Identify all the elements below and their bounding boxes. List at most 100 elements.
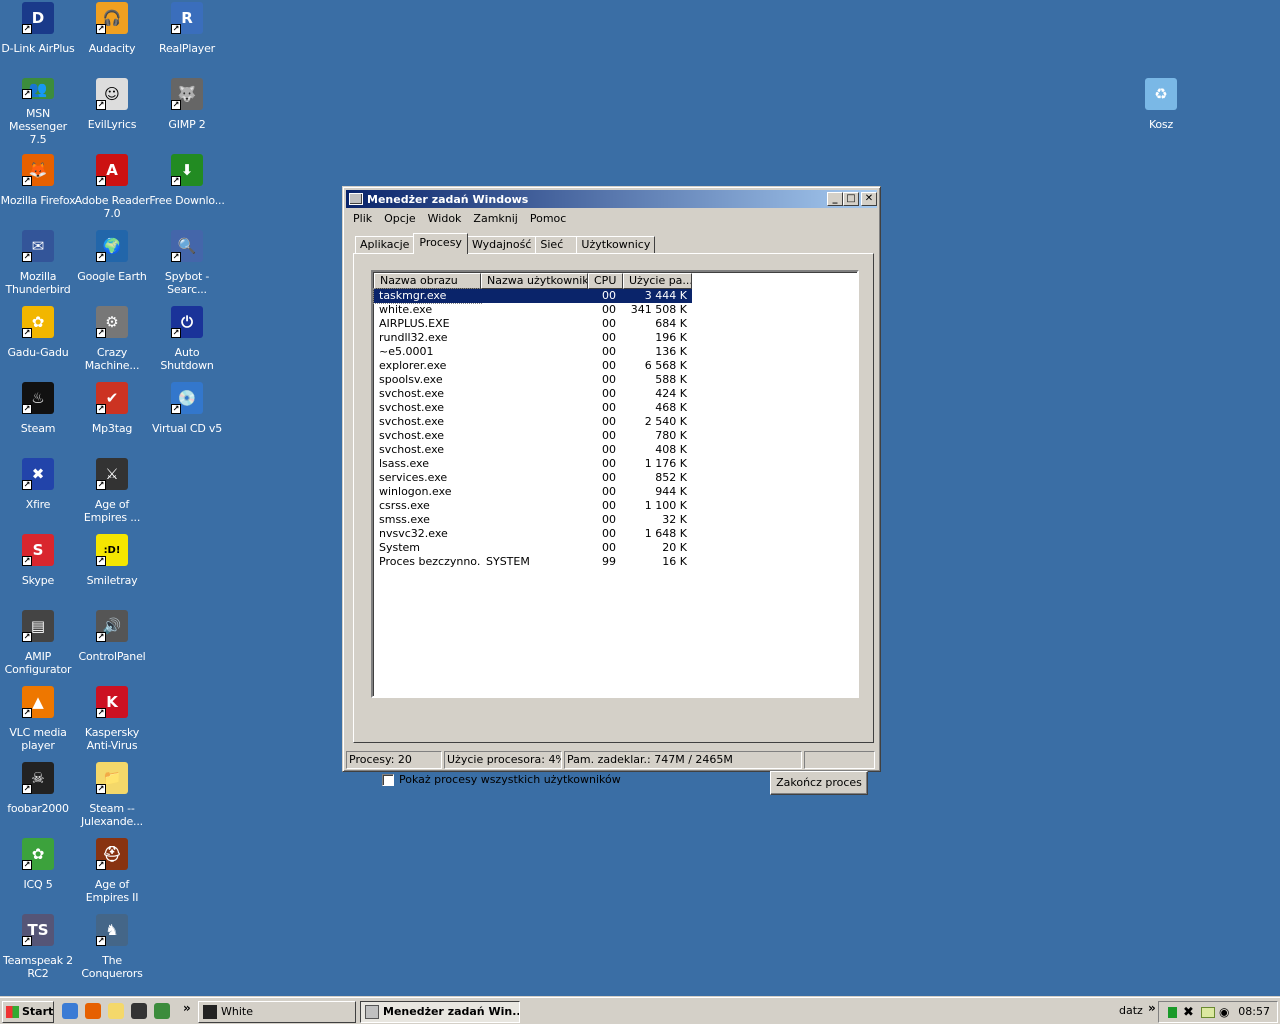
desktop-shortcut[interactable]: ⚙ ↗ Crazy Machine... [74,304,150,374]
desktop-shortcut[interactable]: 🌍 ↗ Google Earth [74,228,150,298]
desktop-shortcut[interactable]: ⛑ ↗ Age of Empires II [74,836,150,906]
table-row[interactable]: lsass.exe 00 1 176 K [374,457,692,471]
desktop-shortcut[interactable]: A ↗ Adobe Reader 7.0 [74,152,150,222]
tab-wydajnosc[interactable]: Wydajność [466,236,537,254]
desktop-shortcut[interactable]: 🔊 ↗ ControlPanel [74,608,150,678]
column-memory[interactable]: Użycie pa... [623,273,692,289]
tab-aplikacje[interactable]: Aplikacje [355,236,415,254]
menu-pomoc[interactable]: Pomoc [524,210,572,228]
table-row[interactable]: System 00 20 K [374,541,692,555]
desktop-shortcut[interactable]: 🐺 ↗ GIMP 2 [149,76,225,146]
network-disconnected-icon[interactable]: ✖ [1183,1005,1194,1020]
desktop-shortcut[interactable]: ✿ ↗ ICQ 5 [0,836,76,906]
msn-icon[interactable] [154,1003,170,1019]
start-button[interactable]: Start [2,1001,54,1023]
tab-siec[interactable]: Sieć [535,236,578,254]
table-row[interactable]: rundll32.exe 00 196 K [374,331,692,345]
desktop-shortcut[interactable]: TS ↗ Teamspeak 2 RC2 [0,912,76,982]
process-list[interactable]: Nazwa obrazu Nazwa użytkownika CPU Użyci… [371,270,859,698]
desktop-shortcut[interactable]: ☺ ↗ EvilLyrics [74,76,150,146]
clock: 08:57 [1238,1005,1270,1018]
table-row[interactable]: services.exe 00 852 K [374,471,692,485]
desktop-shortcut[interactable]: :D! ↗ Smiletray [74,532,150,602]
gadu-gadu-icon: ✿ ↗ [22,306,54,338]
desktop-shortcut[interactable]: ♨ ↗ Steam [0,380,76,450]
taskbar-task-white[interactable]: White [198,1001,356,1023]
table-row[interactable]: nvsvc32.exe 00 1 648 K [374,527,692,541]
desktop-shortcut[interactable]: K ↗ Kaspersky Anti-Virus [74,684,150,754]
table-row[interactable]: svchost.exe 00 2 540 K [374,415,692,429]
desktop-shortcut[interactable]: ✔ ↗ Mp3tag [74,380,150,450]
close-button[interactable]: ✕ [861,192,877,206]
desktop-shortcut[interactable]: 🦊 ↗ Mozilla Firefox [0,152,76,222]
table-row[interactable]: svchost.exe 00 780 K [374,429,692,443]
desktop-shortcut[interactable]: ✖ ↗ Xfire [0,456,76,526]
desktop-shortcut[interactable]: ▤ ↗ AMIP Configurator [0,608,76,678]
tray-app-icon[interactable] [1201,1007,1215,1018]
desktop-shortcut[interactable]: R ↗ RealPlayer [149,0,225,70]
desktop-shortcut-label: Free Downlo... [149,194,225,207]
table-row[interactable]: Proces bezczynno... SYSTEM 99 16 K [374,555,692,569]
process-name-cell: smss.exe [379,513,430,526]
show-all-processes-label[interactable]: Pokaż procesy wszystkich użytkowników [399,773,621,786]
desktop-shortcut[interactable]: 📁 ↗ Steam -- Julexande... [74,760,150,830]
table-row[interactable]: explorer.exe 00 6 568 K [374,359,692,373]
table-row[interactable]: svchost.exe 00 408 K [374,443,692,457]
desktop-shortcut-label: RealPlayer [159,42,215,55]
desktop-shortcut[interactable]: ☠ ↗ foobar2000 [0,760,76,830]
maximize-button[interactable]: □ [843,192,859,206]
desktop-shortcut[interactable]: S ↗ Skype [0,532,76,602]
desktop-shortcut[interactable]: 👥 ↗ MSN Messenger 7.5 [0,76,76,146]
table-row[interactable]: taskmgr.exe 00 3 444 K [373,288,692,304]
desktop-shortcut[interactable]: 🎧 ↗ Audacity [74,0,150,70]
firefox-icon[interactable] [85,1003,101,1019]
volume-icon[interactable]: ◉ [1219,1005,1229,1019]
table-row[interactable]: winlogon.exe 00 944 K [374,485,692,499]
process-cpu-cell: 00 [602,485,616,498]
desktop-shortcut[interactable]: D ↗ D-Link AirPlus [0,0,76,70]
toolbar-overflow[interactable]: » [1148,1001,1156,1015]
desktop-shortcut[interactable]: ⏻ ↗ Auto Shutdown [149,304,225,374]
tab-uzytkownicy[interactable]: Użytkownicy [576,236,656,254]
table-row[interactable]: ~e5.0001 00 136 K [374,345,692,359]
desktop-shortcut[interactable]: ⬇ ↗ Free Downlo... [149,152,225,222]
menu-plik[interactable]: Plik [347,210,378,228]
task-manager-window[interactable]: Menedżer zadań Windows _ □ ✕ Plik Opcje … [342,186,881,795]
column-image-name[interactable]: Nazwa obrazu [374,273,481,289]
desktop-shortcut[interactable]: ♞ ↗ The Conquerors [74,912,150,982]
desktop-shortcut[interactable]: ♻ Kosz [1123,76,1199,146]
desktop-shortcut[interactable]: 💿 ↗ Virtual CD v5 [149,380,225,450]
desktop-shortcut[interactable]: ✉ ↗ Mozilla Thunderbird [0,228,76,298]
desktop-shortcut[interactable]: 🔍 ↗ Spybot - Searc... [149,228,225,298]
minimize-button[interactable]: _ [827,192,843,206]
table-row[interactable]: white.exe 00 341 508 K [374,303,692,317]
process-cpu-cell: 00 [602,303,616,316]
taskbar-task-taskmgr[interactable]: Menedżer zadań Win... [360,1001,520,1023]
end-process-button[interactable]: Zakończ proces [770,771,868,795]
table-row[interactable]: AIRPLUS.EXE 00 684 K [374,317,692,331]
title-bar[interactable]: Menedżer zadań Windows _ □ ✕ [346,190,877,208]
show-all-processes-checkbox[interactable] [382,774,394,786]
menu-zamknij[interactable]: Zamknij [467,210,523,228]
process-memory-cell: 588 K [655,373,687,386]
tab-procesy[interactable]: Procesy [413,233,468,254]
desktop-shortcut[interactable]: ⚔ ↗ Age of Empires ... [74,456,150,526]
table-row[interactable]: svchost.exe 00 424 K [374,387,692,401]
desktop-shortcut[interactable]: ✿ ↗ Gadu-Gadu [0,304,76,374]
tray-status-icon[interactable] [1168,1007,1177,1018]
foobar-icon[interactable] [131,1003,147,1019]
menu-opcje[interactable]: Opcje [378,210,422,228]
table-row[interactable]: spoolsv.exe 00 588 K [374,373,692,387]
table-row[interactable]: svchost.exe 00 468 K [374,401,692,415]
table-row[interactable]: smss.exe 00 32 K [374,513,692,527]
menu-widok[interactable]: Widok [422,210,468,228]
toolbar-user-label[interactable]: datz [1119,1004,1143,1017]
desktop-shortcut[interactable]: ▲ ↗ VLC media player [0,684,76,754]
column-user-name[interactable]: Nazwa użytkownika [481,273,588,289]
quick-launch-overflow[interactable]: » [183,1001,191,1015]
folder-icon[interactable] [108,1003,124,1019]
steam-icon: ♨ ↗ [22,382,54,414]
table-row[interactable]: csrss.exe 00 1 100 K [374,499,692,513]
ie-icon[interactable] [62,1003,78,1019]
column-cpu[interactable]: CPU [588,273,623,289]
